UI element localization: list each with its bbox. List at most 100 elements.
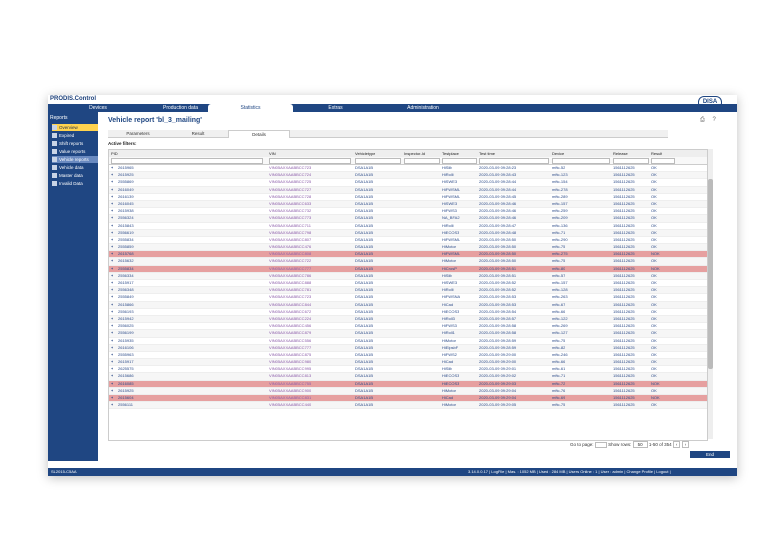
sidebar-item-vehicle-reports[interactable]: Vehicle reports [52,156,98,163]
filter-vin-input[interactable] [269,158,351,164]
filter-result-input[interactable] [651,158,675,164]
expand-icon[interactable]: + [111,366,113,372]
table-row[interactable]: 2615935 VIN05AXXAABBCC556 DSA1A1B HiMotor 20… [109,338,707,345]
sidebar-item-shift-reports[interactable]: Shift reports [52,140,98,147]
expand-icon[interactable]: + [111,172,113,178]
table-row[interactable]: 2615604 VIN05AXXAABBCC831 DSA1A1B HiCad 2020… [109,395,707,403]
table-row[interactable]: 2556324 VIN05AXXAABBCC773 DSA1A1B NA_BFA2 20… [109,215,707,223]
filter-release-input[interactable] [613,158,649,164]
sidebar-item-expired[interactable]: Expired [52,132,98,139]
table-row[interactable]: 2615942 VIN05AXXAABBCC224 DSA1A1B HiRoll3 20… [109,315,707,324]
expand-icon[interactable]: + [111,302,113,308]
help-icon[interactable]: ? [712,117,715,123]
table-row[interactable]: 2616106 VIN05AXXAABBCC777 DSA1A1B HiElpsbF 2… [109,344,707,352]
expand-icon[interactable]: + [111,244,113,250]
filter-vehicletype-input[interactable] [355,158,401,164]
table-row[interactable]: 2556619 VIN05AXXAABBCC798 DSA1A1B HiECOS3 20… [109,229,707,237]
expand-icon[interactable]: + [111,352,113,358]
table-row[interactable]: 2556334 VIN05AXXAABBCC786 DSA1A1B HiSlib 202… [109,272,707,280]
col-vehicletype[interactable]: Vehicletype [355,150,375,157]
table-row[interactable]: 2615938 VIN05AXXAABBCC732 DSA1A1B HiFWS3 202… [109,208,707,216]
end-button[interactable]: End [690,451,730,458]
table-row[interactable]: 2555869 VIN05AXXAABBCC725 DSA1A1B HiSWE3 202… [109,179,707,187]
expand-icon[interactable]: + [111,187,113,193]
expand-icon[interactable]: + [111,345,113,351]
tab-parameters[interactable]: Parameters [108,130,168,137]
expand-icon[interactable]: + [111,230,113,236]
prev-page-button[interactable]: ‹ [672,441,681,449]
table-row[interactable]: 2615866 VIN05AXXAABBCC844 DSA1A1B HiCad 2020… [109,301,707,309]
table-row[interactable]: 2615925 VIN05AXXAABBCC900 DSA1A1B HiMotor 20… [109,387,707,395]
table-row[interactable]: 2555834 VIN05AXXAABBCC777 DSA1A1B HiCrosP 20… [109,265,707,273]
col-release[interactable]: Release [613,150,628,157]
table-row[interactable]: 2615965 VIN05AXXAABBCC723 DSA1A1B HiSlib 202… [109,165,707,173]
tab-statistics[interactable]: Statistics [208,104,293,112]
expand-icon[interactable]: + [111,194,113,200]
expand-icon[interactable]: + [111,338,113,344]
table-row[interactable]: 2615925 VIN05AXXAABBCC724 DSA1A1B HiRolli 20… [109,172,707,180]
expand-icon[interactable]: + [111,395,113,401]
filter-testplace-input[interactable] [442,158,477,164]
expand-icon[interactable]: + [111,201,113,207]
expand-icon[interactable]: + [111,388,113,394]
expand-icon[interactable]: + [111,208,113,214]
table-row[interactable]: 2556025 VIN05AXXAABBCC456 DSA1A1B HiFWS3 202… [109,323,707,331]
tab-result[interactable]: Result [168,130,228,137]
expand-icon[interactable]: + [111,287,113,293]
table-row[interactable]: 2555963 VIN05AXXAABBCC875 DSA1A1B HiFWS2 202… [109,352,707,360]
expand-icon[interactable]: + [111,223,113,229]
sidebar-item-vehicle-data[interactable]: Vehicle data [52,164,98,171]
goto-page-input[interactable] [594,442,607,448]
table-scrollbar[interactable] [708,149,713,439]
tab-devices[interactable]: Devices [63,104,133,112]
sidebar-item-master-data[interactable]: Master data [52,172,98,179]
sidebar-item-value-reports[interactable]: Value reports [52,148,98,155]
table-row[interactable]: 2615917 VIN05AXXAABBCC980 DSA1A1B HiCad 2020… [109,359,707,367]
table-row[interactable]: 2625575 VIN05AXXAABBCC995 DSA1A1B HiSlib 202… [109,366,707,374]
sidebar-item-overview[interactable]: Overview [52,124,98,131]
table-row[interactable]: 2616139 VIN05AXXAABBCC728 DSA1A1B HiFWSML 20… [109,194,707,201]
table-row[interactable]: 2616045 VIN05AXXAABBCC633 DSA1A1B HiSWE3 202… [109,200,707,209]
expand-icon[interactable]: + [111,251,113,257]
tab-extras[interactable]: Extras [303,104,368,112]
table-row[interactable]: 2615843 VIN05AXXAABBCC711 DSA1A1B HiRolli 20… [109,223,707,230]
col-device[interactable]: Device [552,150,564,157]
table-row[interactable]: 2556348 VIN05AXXAABBCC781 DSA1A1B HiRolli 20… [109,287,707,295]
expand-icon[interactable]: + [111,266,113,272]
table-row[interactable]: 2615632 VIN05AXXAABBCC722 DSA1A1B HiMotor 20… [109,258,707,266]
expand-icon[interactable]: + [111,273,113,279]
show-rows-select[interactable]: 50 [632,441,648,449]
expand-icon[interactable]: + [111,258,113,264]
table-row[interactable]: 2616049 VIN05AXXAABBCC727 DSA1A1B HiFWSML 20… [109,186,707,194]
table-row[interactable]: 2556111 VIN05AXXAABBCC440 DSA1A1B HiMotor 20… [109,402,707,410]
filter-pid-input[interactable] [111,158,263,164]
col-result[interactable]: Result [651,150,662,157]
table-row[interactable]: 2555834 VIN05AXXAABBCC807 DSA1A1B HiFWSML 20… [109,237,707,245]
expand-icon[interactable]: + [111,316,113,322]
print-icon[interactable]: ⎙ [700,117,705,123]
expand-icon[interactable]: + [111,215,113,221]
table-row[interactable]: 2615768 VIN05AXXAABBCC808 DSA1A1B HiFWSML 20… [109,251,707,259]
expand-icon[interactable]: + [111,294,113,300]
expand-icon[interactable]: + [111,373,113,379]
table-row[interactable]: 2615686 VIN05AXXAABBCC813 DSA1A1B HiECOS3 20… [109,373,707,381]
col-test-time[interactable]: Test time [479,150,495,157]
expand-icon[interactable]: + [111,309,113,315]
expand-icon[interactable]: + [111,237,113,243]
scroll-thumb[interactable] [708,179,713,369]
expand-icon[interactable]: + [111,359,113,365]
sidebar-item-invalid-data[interactable]: Invalid Data [52,180,98,187]
filter-inspector-input[interactable] [404,158,440,164]
table-row[interactable]: 2555859 VIN05AXXAABBCC476 DSA1A1B HiMotor 20… [109,244,707,252]
col-testplace[interactable]: Testplace [442,150,459,157]
tab-details[interactable]: Details [228,130,290,138]
col-vin[interactable]: VIN [269,150,276,157]
expand-icon[interactable]: + [111,280,113,286]
next-page-button[interactable]: › [681,441,690,449]
table-row[interactable]: 2556199 VIN05AXXAABBCC879 DSA1A1B HiRoll1 20… [109,330,707,338]
expand-icon[interactable]: + [111,165,113,171]
col-pid[interactable]: PID [111,150,118,157]
filter-device-input[interactable] [552,158,610,164]
tab-administration[interactable]: Administration [388,104,458,112]
table-row[interactable]: 2555849 VIN05AXXAABBCC723 DSA1A1B HiFWSNA 20… [109,294,707,302]
